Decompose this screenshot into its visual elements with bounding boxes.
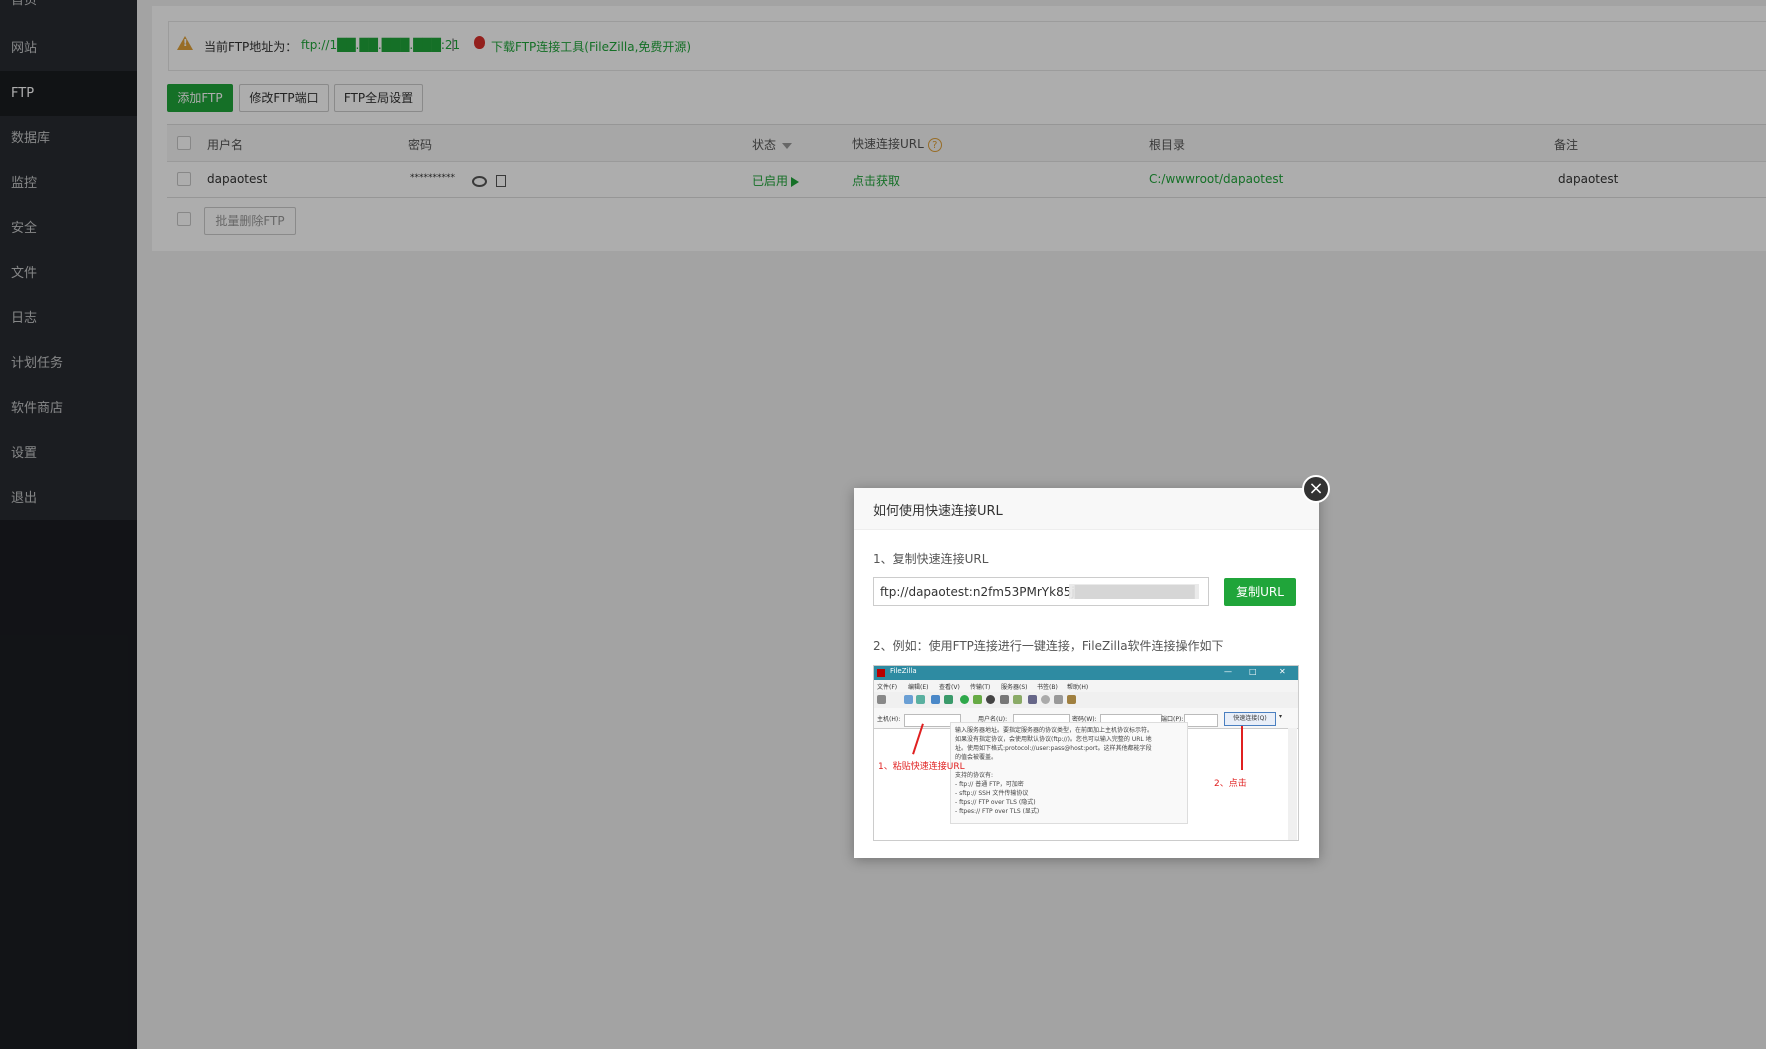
minimize-icon: — [1224,667,1232,676]
fz-menu-file: 文件(F) [877,684,898,691]
fz-tip-line: - ftp:// 普通 FTP，可加密 [955,781,1024,788]
toolbar-icon-3 [931,695,940,704]
filezilla-titlebar: FileZilla — □ ✕ [874,666,1298,680]
compare-icon [1054,695,1063,704]
disconnect-icon [1000,695,1009,704]
fz-quickconnect-button: 快速连接(Q) [1224,712,1276,726]
fz-tip-line: 如果没有指定协议，会使用默认协议(ftp://)。您也可以输入完整的 URL 地 [955,736,1152,743]
copy-url-button[interactable]: 复制URL [1224,578,1296,606]
step-2-label: 2、例如：使用FTP连接进行一键连接，FileZilla软件连接操作如下 [873,639,1224,653]
fz-menu-server: 服务器(S) [1001,684,1028,691]
step-1-label: 1、复制快速连接URL [873,552,989,566]
filezilla-window-title: FileZilla [890,667,917,675]
fz-tip-line: - ftps:// FTP over TLS (隐式) [955,799,1036,806]
toolbar-icon-2 [916,695,925,704]
refresh-icon [960,695,969,704]
fz-menu-view: 查看(V) [939,684,960,691]
window-close-icon: ✕ [1279,667,1286,676]
fz-menu-transfer: 传输(T) [970,684,991,691]
fz-dropdown-icon: ▾ [1279,713,1283,720]
fz-menu-bookmarks: 书签(B) [1037,684,1058,691]
fz-port-field [1184,714,1218,727]
annotation-paste-url: 1、粘贴快速连接URL [878,762,965,772]
redacted-blur [1069,584,1199,599]
filezilla-tooltip: 输入服务器地址。要指定服务器的协议类型，在前面加上主机协议标示符。 如果没有指定… [950,722,1188,824]
annotation-click: 2、点击 [1214,779,1247,789]
fz-host-label: 主机(H): [877,716,901,723]
fz-tip-line: - ftpes:// FTP over TLS (显式) [955,808,1040,815]
modal-header: 如何使用快速连接URL [854,488,1319,530]
reconnect-icon [1013,695,1022,704]
modal-close-button[interactable]: × [1302,475,1330,503]
toolbar-icon-4 [944,695,953,704]
fz-tip-line: 输入服务器地址。要指定服务器的协议类型，在前面加上主机协议标示符。 [955,727,1154,734]
fz-scrollbar [1288,728,1297,840]
filezilla-example-image: FileZilla — □ ✕ 文件(F) 编辑(E) 查看(V) 传输(T) … [873,665,1299,841]
cancel-icon [986,695,995,704]
annotation-arrow-click [1241,726,1243,770]
filter-icon [1028,695,1037,704]
filezilla-logo-icon [877,669,885,677]
fz-menu-edit: 编辑(E) [908,684,929,691]
maximize-icon: □ [1249,667,1257,676]
fz-tip-line: - sftp:// SSH 文件传输协议 [955,790,1029,797]
quick-url-modal: 如何使用快速连接URL 1、复制快速连接URL 复制URL 2、例如：使用FTP… [854,488,1319,858]
toolbar-icon-5 [973,695,982,704]
filezilla-toolbar [874,692,1298,709]
fz-menu-help: 帮助(H) [1067,684,1089,691]
search-icon [1041,695,1050,704]
toolbar-icon-1 [904,695,913,704]
site-manager-icon [877,695,886,704]
modal-title: 如何使用快速连接URL [873,504,1003,519]
fz-tip-line: 址。使用如下格式:protocol://user:pass@host:port。… [955,745,1152,752]
filezilla-menubar: 文件(F) 编辑(E) 查看(V) 传输(T) 服务器(S) 书签(B) 帮助(… [874,680,1298,692]
binoculars-icon [1067,695,1076,704]
